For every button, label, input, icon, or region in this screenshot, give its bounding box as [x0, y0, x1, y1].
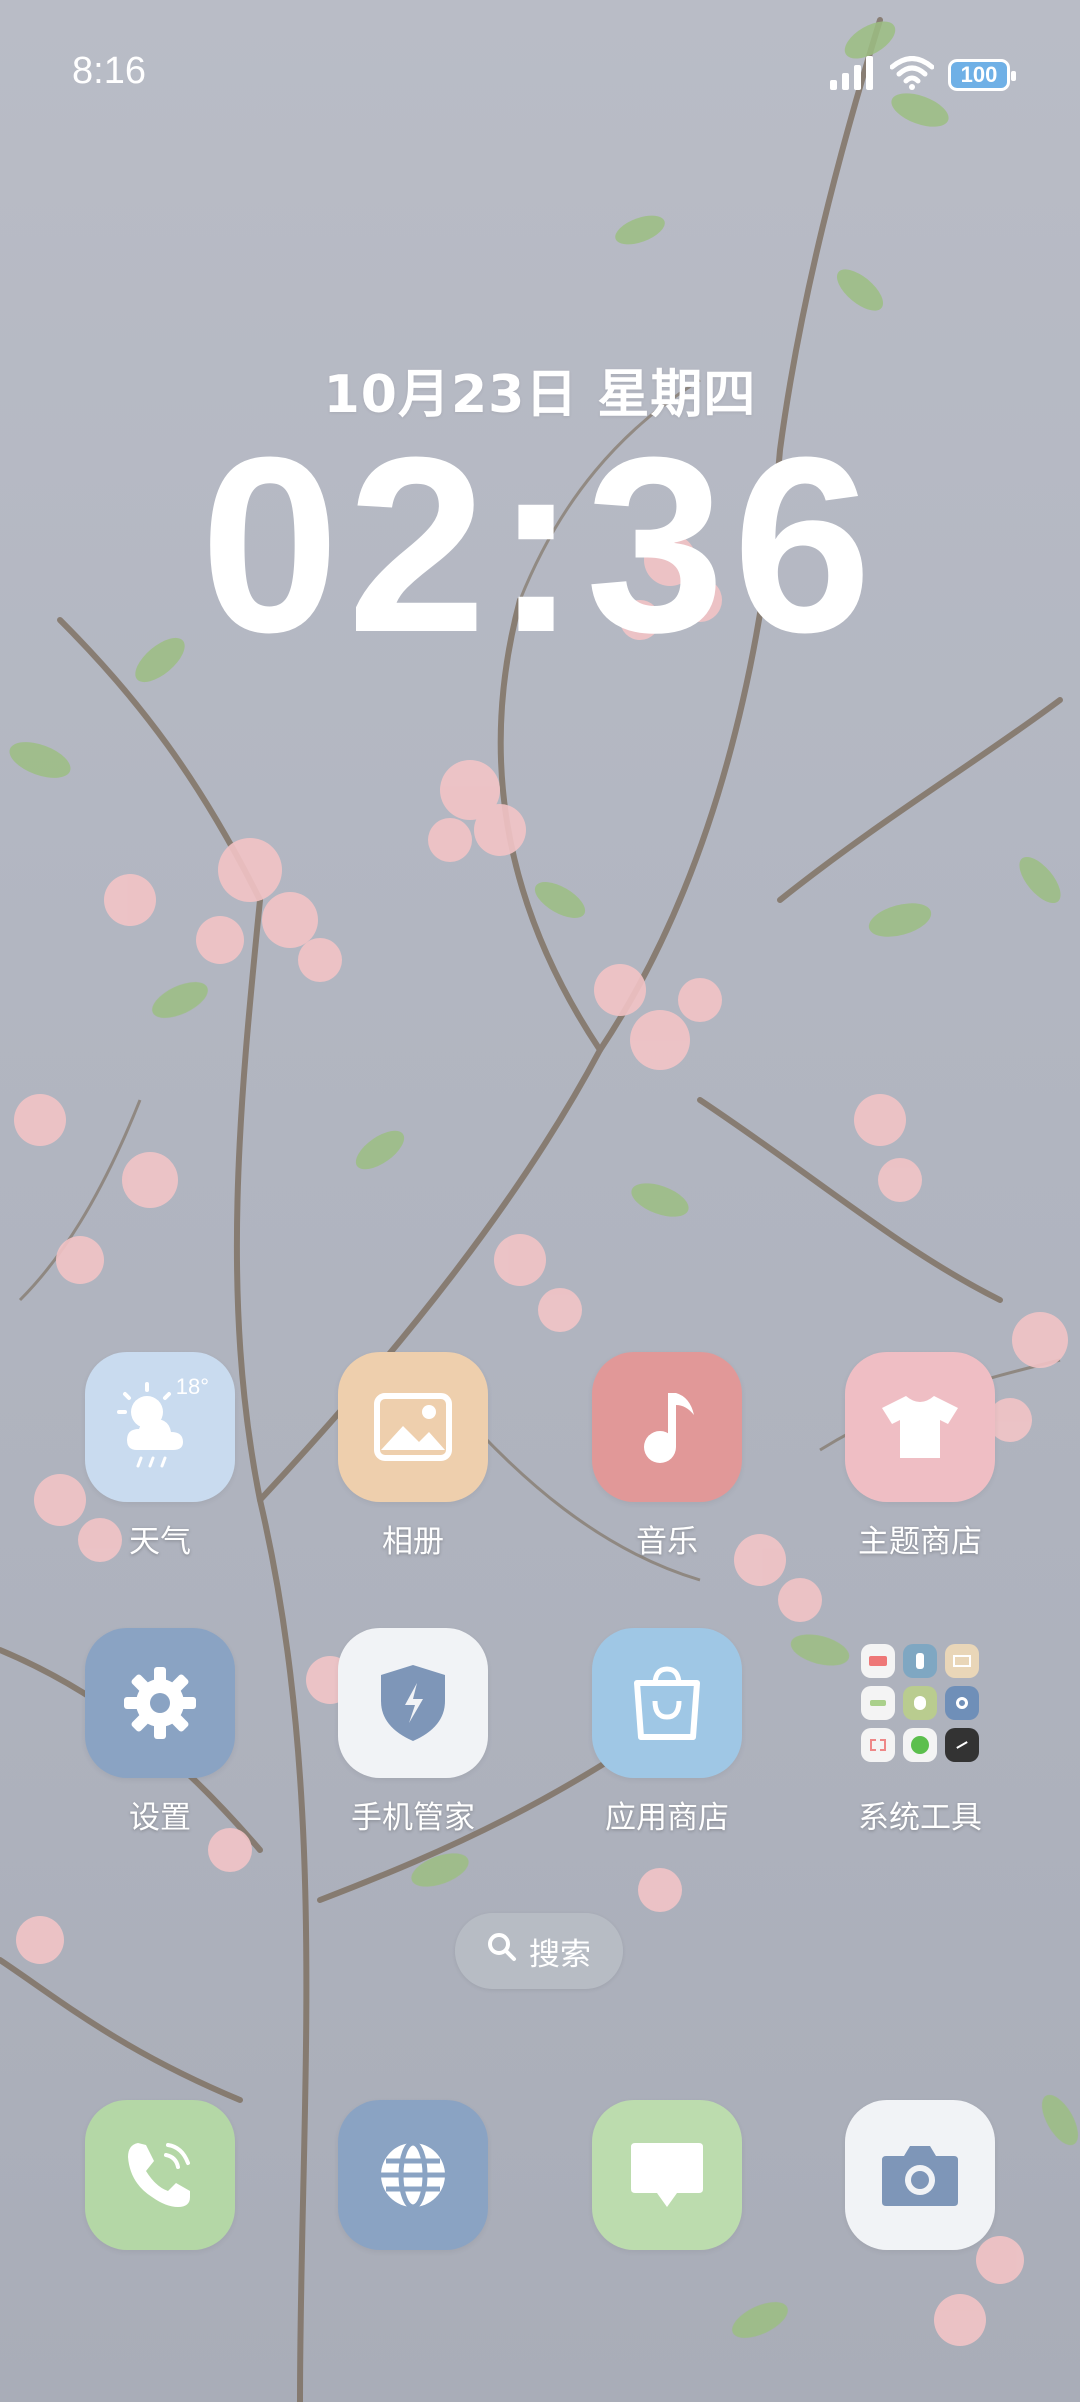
search-button[interactable]: 搜索 [455, 1913, 623, 1989]
search-icon [487, 1932, 517, 1970]
mini-app-icon [945, 1644, 979, 1678]
app-label: 相册 [382, 1524, 444, 1560]
battery-level: 100 [960, 62, 998, 87]
app-weather[interactable]: 18° 天气 [60, 1352, 260, 1561]
app-phone-manager[interactable]: 手机管家 [313, 1628, 513, 1837]
app-gallery[interactable]: 相册 [313, 1352, 513, 1561]
mini-app-icon [945, 1686, 979, 1720]
dock-messages[interactable] [592, 2100, 742, 2250]
app-label: 系统工具 [858, 1800, 982, 1836]
home-screen: 8:16 100 10月23日 星期四 02:36 18° 天气 相册 音乐 主… [0, 0, 1080, 2402]
app-label: 设置 [129, 1800, 191, 1836]
app-label: 主题商店 [858, 1524, 982, 1560]
app-label: 应用商店 [605, 1800, 729, 1836]
battery-icon: 100 [948, 59, 1016, 91]
gear-icon [85, 1628, 235, 1778]
mini-app-icon [945, 1728, 979, 1762]
mini-app-icon [861, 1728, 895, 1762]
mini-app-icon [903, 1686, 937, 1720]
dock-camera[interactable] [845, 2100, 995, 2250]
shield-icon [338, 1628, 488, 1778]
tshirt-icon [845, 1352, 995, 1502]
message-icon [592, 2100, 742, 2250]
globe-icon [338, 2100, 488, 2250]
app-settings[interactable]: 设置 [60, 1628, 260, 1837]
clock-widget-time[interactable]: 02:36 [0, 420, 1080, 670]
weather-temp: 18° [175, 1374, 209, 1399]
mini-app-icon [861, 1644, 895, 1678]
shopping-bag-icon [592, 1628, 742, 1778]
app-label: 天气 [129, 1524, 191, 1560]
status-icons: 100 [830, 52, 1016, 98]
mini-app-icon [903, 1728, 937, 1762]
music-note-icon [592, 1352, 742, 1502]
weather-icon: 18° [85, 1352, 235, 1502]
signal-icon [830, 56, 876, 94]
wifi-icon [889, 56, 935, 94]
status-bar: 8:16 100 [0, 0, 1080, 150]
app-label: 音乐 [636, 1524, 698, 1560]
app-label: 手机管家 [351, 1800, 475, 1836]
camera-icon [845, 2100, 995, 2250]
app-store[interactable]: 应用商店 [567, 1628, 767, 1837]
dock-phone[interactable] [85, 2100, 235, 2250]
mini-app-icon [903, 1644, 937, 1678]
phone-icon [85, 2100, 235, 2250]
mini-app-icon [861, 1686, 895, 1720]
status-time: 8:16 [72, 50, 146, 92]
app-music[interactable]: 音乐 [567, 1352, 767, 1561]
folder-system-tools[interactable]: 系统工具 [820, 1628, 1020, 1837]
folder-icon [845, 1628, 995, 1778]
app-theme-store[interactable]: 主题商店 [820, 1352, 1020, 1561]
gallery-icon [338, 1352, 488, 1502]
dock-browser[interactable] [338, 2100, 488, 2250]
search-label: 搜索 [529, 1936, 591, 1973]
